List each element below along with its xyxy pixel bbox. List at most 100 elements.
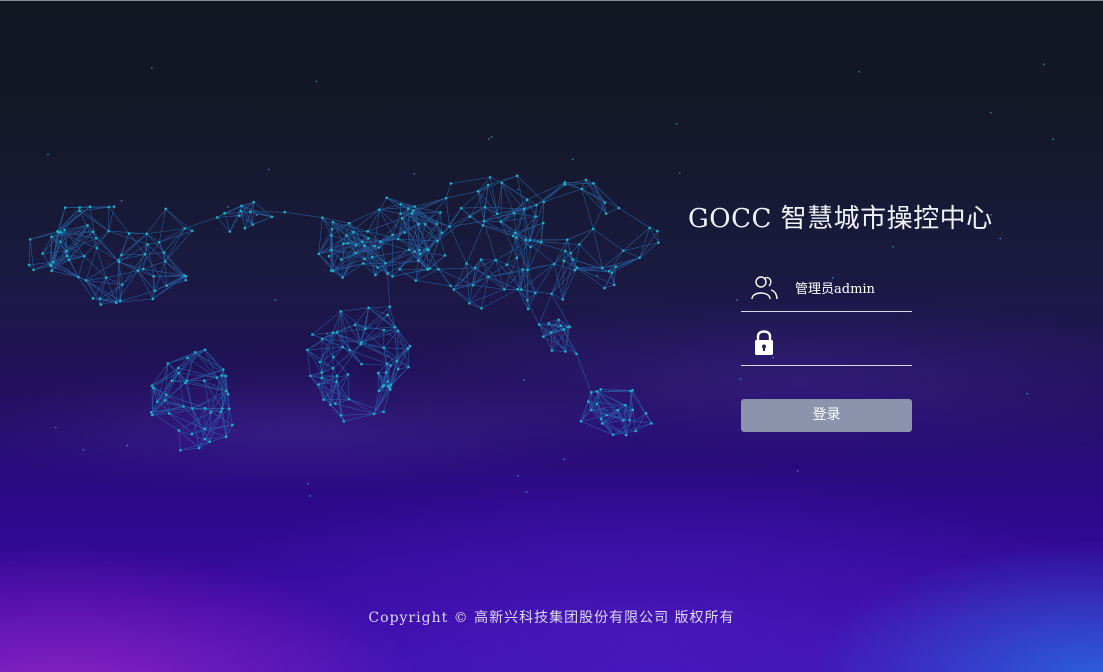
map-link	[252, 216, 273, 225]
password-input[interactable]	[785, 331, 909, 355]
map-node	[345, 234, 348, 237]
map-link	[606, 207, 619, 214]
map-node	[51, 260, 55, 264]
username-field[interactable]: 管理员admin	[741, 267, 912, 312]
map-node	[500, 181, 504, 185]
map-node	[334, 402, 337, 405]
map-link	[146, 228, 185, 235]
map-link	[163, 252, 167, 286]
map-link	[612, 423, 652, 436]
map-node	[515, 236, 518, 240]
map-link	[445, 198, 450, 227]
map-node	[164, 207, 168, 211]
map-link	[477, 191, 486, 208]
map-link	[472, 264, 508, 286]
map-node	[342, 420, 346, 423]
map-node	[366, 230, 370, 233]
map-link	[399, 249, 420, 270]
map-node	[499, 220, 503, 223]
login-button[interactable]: 登录	[741, 399, 912, 432]
map-link	[501, 182, 528, 200]
map-node	[153, 289, 157, 293]
map-node	[542, 200, 546, 204]
map-node	[166, 362, 170, 365]
star-dot	[315, 80, 318, 83]
map-node	[374, 273, 377, 277]
copyright-text: Copyright © 高新兴科技集团股份有限公司 版权所有	[368, 610, 735, 626]
map-node	[589, 391, 593, 394]
map-link	[438, 267, 476, 270]
map-node	[157, 240, 161, 244]
map-node	[341, 276, 344, 279]
map-node	[112, 205, 116, 208]
map-link	[178, 430, 181, 451]
map-node	[389, 364, 392, 367]
map-node	[391, 233, 394, 237]
map-link	[178, 349, 206, 374]
map-node	[631, 408, 635, 412]
map-node	[370, 255, 374, 259]
map-node	[423, 222, 427, 226]
map-node	[367, 306, 370, 310]
map-node	[209, 411, 212, 414]
map-node	[557, 318, 560, 322]
map-node	[579, 419, 583, 423]
map-node	[165, 284, 168, 287]
map-node	[117, 258, 120, 262]
map-link	[466, 225, 484, 264]
map-node	[342, 242, 345, 245]
map-link	[224, 212, 240, 217]
map-link	[166, 394, 206, 409]
map-link	[579, 244, 603, 269]
map-link	[169, 413, 193, 434]
map-link	[428, 249, 439, 270]
map-link	[85, 280, 102, 305]
map-node	[231, 423, 234, 427]
map-node	[388, 305, 392, 308]
map-link	[450, 177, 491, 184]
map-node	[435, 222, 439, 226]
map-node	[339, 310, 343, 313]
map-node	[580, 187, 584, 191]
star-dot	[1026, 392, 1029, 395]
map-node	[614, 265, 618, 269]
map-link	[383, 329, 398, 332]
map-node	[528, 239, 532, 242]
star-dot	[267, 168, 270, 171]
map-node	[552, 262, 556, 266]
map-node	[339, 413, 343, 417]
map-node	[186, 356, 189, 360]
map-link	[79, 210, 98, 249]
map-link	[551, 267, 578, 295]
map-link	[209, 408, 223, 442]
map-node	[219, 410, 223, 413]
username-value[interactable]: 管理员admin	[795, 278, 875, 297]
map-node	[563, 181, 567, 184]
map-node	[407, 365, 410, 369]
map-node	[252, 200, 256, 204]
map-node	[203, 427, 206, 431]
map-node	[622, 419, 625, 422]
star-dot	[675, 122, 678, 125]
star-dot	[678, 172, 681, 174]
map-link	[538, 293, 552, 325]
map-node	[426, 267, 429, 271]
password-field[interactable]	[741, 321, 912, 366]
map-link	[209, 412, 211, 442]
map-node	[624, 403, 627, 407]
map-link	[449, 208, 462, 227]
map-node	[182, 405, 185, 408]
star-dot	[120, 199, 123, 202]
map-link	[397, 330, 409, 349]
map-node	[480, 306, 483, 310]
map-link	[623, 250, 640, 258]
map-node	[395, 359, 399, 363]
map-node	[511, 234, 515, 238]
map-node	[364, 327, 367, 331]
map-node	[487, 275, 490, 279]
map-node	[569, 251, 573, 255]
map-node	[202, 379, 206, 382]
star-dot	[487, 137, 490, 140]
map-node	[320, 376, 324, 380]
map-node	[224, 435, 228, 439]
